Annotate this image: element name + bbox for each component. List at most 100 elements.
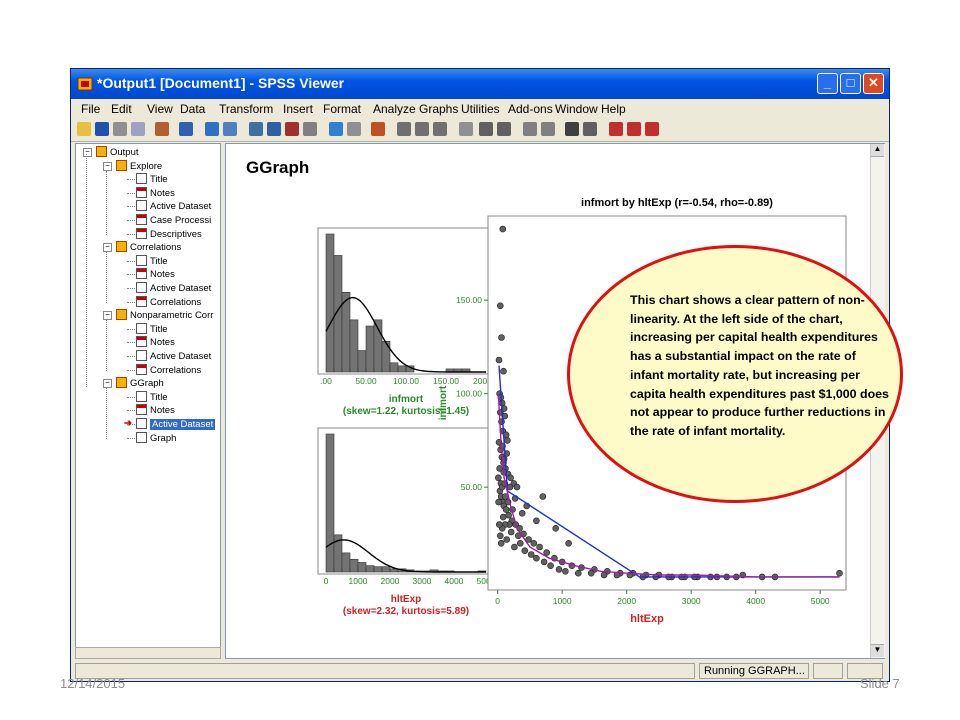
outline-item[interactable]: Notes	[136, 404, 175, 417]
menu-transform[interactable]: Transform	[219, 102, 273, 116]
use-sets-icon[interactable]	[329, 122, 343, 136]
collapse-toggle-icon[interactable]: −	[103, 379, 112, 389]
menu-edit[interactable]: Edit	[111, 102, 132, 116]
menu-graphs[interactable]: Graphs	[419, 102, 458, 116]
outline-item-label: Graph	[150, 432, 177, 444]
outline-2-icon[interactable]	[415, 122, 429, 136]
scatter-point	[516, 539, 524, 547]
outline-horizontal-scrollbar[interactable]	[75, 647, 221, 659]
insert-heading-icon[interactable]	[609, 122, 623, 136]
outline-item[interactable]: Title	[136, 390, 168, 404]
outline-item[interactable]: Notes	[136, 268, 175, 281]
outline-item[interactable]: Correlations	[136, 295, 201, 309]
outline-item[interactable]: Active Dataset	[136, 200, 211, 213]
expand-icon[interactable]	[459, 122, 473, 136]
save-icon[interactable]	[95, 122, 109, 136]
outline-item[interactable]: Active Dataset	[136, 282, 211, 295]
scroll-down-icon[interactable]: ▼	[871, 644, 884, 657]
outline-item[interactable]: Correlations	[136, 363, 201, 377]
chart-subtitle: (skew=2.32, kurtosis=5.89)	[343, 606, 469, 617]
collapse-icon[interactable]	[583, 122, 597, 136]
recall-dialog-icon[interactable]	[179, 122, 193, 136]
outline-item-label: Notes	[150, 337, 175, 349]
scatter-point	[587, 569, 595, 577]
scatter-point	[502, 506, 510, 513]
designate-window-icon[interactable]	[565, 122, 579, 136]
tree-connector	[127, 424, 135, 425]
show-all-icon[interactable]	[347, 122, 361, 136]
menu-view[interactable]: View	[147, 102, 173, 116]
hide-icon[interactable]	[541, 122, 555, 136]
tree-connector	[106, 320, 107, 371]
histogram-bar	[365, 565, 375, 573]
table-icon	[136, 186, 147, 198]
outline-item-label: Nonparametric Corr	[130, 310, 214, 322]
goto-variable-icon[interactable]	[285, 122, 299, 136]
variables-icon[interactable]	[303, 122, 317, 136]
title-bar[interactable]: *Output1 [Document1] - SPSS Viewer _ □ ✕	[71, 69, 889, 99]
doc-icon	[136, 322, 147, 334]
menu-file[interactable]: File	[81, 102, 100, 116]
redo-icon[interactable]	[223, 122, 237, 136]
outline-item[interactable]: GGraph	[116, 377, 164, 390]
outline-item[interactable]: Graph	[136, 431, 177, 445]
outline-item[interactable]: Explore	[116, 159, 162, 173]
insert-title-icon[interactable]	[627, 122, 641, 136]
menu-analyze[interactable]: Analyze	[373, 102, 416, 116]
outline-item[interactable]: Notes	[136, 186, 175, 200]
maximize-button[interactable]: □	[840, 73, 861, 94]
menu-insert[interactable]: Insert	[283, 102, 313, 116]
insert-text-icon[interactable]	[645, 122, 659, 136]
outline-item[interactable]: Nonparametric Corr	[116, 309, 213, 322]
menu-format[interactable]: Format	[323, 102, 361, 116]
outline-icon[interactable]	[397, 122, 411, 136]
outline-item[interactable]: Output	[96, 146, 139, 159]
outline-item[interactable]: Active Dataset	[136, 418, 216, 431]
promote-icon[interactable]	[479, 122, 493, 136]
outline-item[interactable]: Case Processi	[136, 214, 211, 227]
open-icon[interactable]	[77, 122, 91, 136]
histogram-bar	[389, 362, 399, 373]
scatter-point	[574, 569, 582, 577]
x-tick-label: 0	[495, 596, 500, 606]
outline-item[interactable]: Active Dataset	[136, 350, 211, 363]
outline-item[interactable]: Title	[136, 254, 168, 268]
scatter-point	[495, 521, 503, 528]
outline-3-icon[interactable]	[433, 122, 447, 136]
x-axis-label: infmort	[389, 394, 424, 405]
outline-item[interactable]: Correlations	[116, 241, 181, 254]
histogram-bar	[325, 233, 335, 373]
minimize-button[interactable]: _	[817, 73, 838, 94]
menu-utilities[interactable]: Utilities	[461, 102, 500, 116]
collapse-toggle-icon[interactable]: −	[103, 161, 112, 171]
outline-item[interactable]: Title	[136, 173, 168, 186]
show-icon[interactable]	[523, 122, 537, 136]
collapse-toggle-icon[interactable]: −	[83, 148, 92, 157]
goto-case-icon[interactable]	[267, 122, 281, 136]
menu-window[interactable]: Window	[555, 102, 598, 116]
menu-addons[interactable]: Add-ons	[508, 102, 553, 116]
outline-item[interactable]: Descriptives	[136, 227, 202, 241]
print-preview-icon[interactable]	[131, 122, 145, 136]
insert-output-icon[interactable]	[371, 122, 385, 136]
close-button[interactable]: ✕	[863, 73, 884, 94]
scroll-up-icon[interactable]: ▲	[871, 144, 884, 157]
outline-item-label: Notes	[150, 269, 175, 281]
goto-data-icon[interactable]	[249, 122, 263, 136]
y-tick-label: 50.00	[461, 482, 483, 492]
export-icon[interactable]	[155, 122, 169, 136]
outline-item[interactable]: Notes	[136, 336, 175, 349]
collapse-toggle-icon[interactable]: −	[103, 311, 112, 321]
demote-icon[interactable]	[497, 122, 511, 136]
menu-help[interactable]: Help	[601, 102, 626, 116]
scatter-point	[496, 302, 504, 310]
scatter-point	[503, 536, 511, 543]
output-outline-pane[interactable]: Output − Explore − Title Notes Active Dataset C…	[75, 143, 221, 659]
book-icon	[116, 309, 127, 321]
table-icon	[136, 336, 147, 348]
undo-icon[interactable]	[205, 122, 219, 136]
menu-data[interactable]: Data	[180, 102, 205, 116]
collapse-toggle-icon[interactable]: −	[103, 243, 112, 253]
outline-item[interactable]: Title	[136, 322, 168, 336]
print-icon[interactable]	[113, 122, 127, 136]
